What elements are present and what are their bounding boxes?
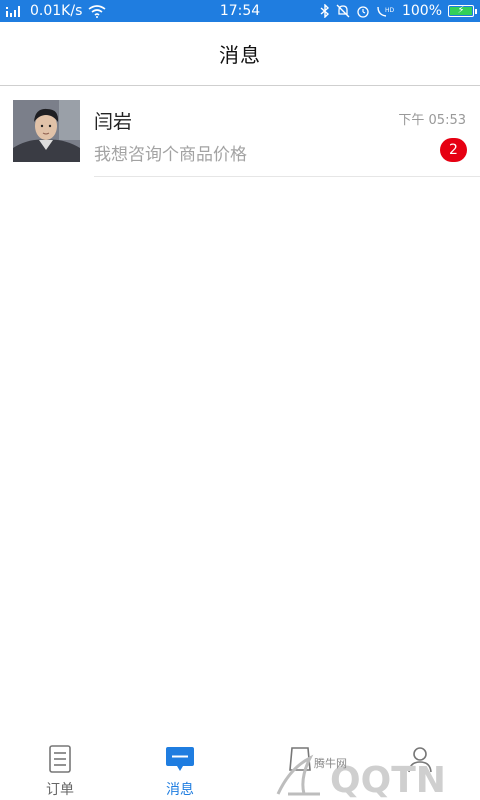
message-time: 下午 05:53 — [398, 113, 466, 128]
unread-badge: 2 — [440, 138, 467, 162]
message-preview: 我想咨询个商品价格 — [94, 145, 247, 165]
profile-icon — [404, 743, 436, 775]
status-time: 17:54 — [219, 3, 261, 19]
avatar[interactable] — [13, 100, 80, 162]
battery-icon: ⚡ — [448, 5, 477, 17]
bluetooth-icon — [320, 4, 330, 18]
network-speed: 0.01K/s — [30, 3, 83, 19]
svg-text:HD: HD — [385, 7, 395, 14]
page-title: 消息 — [219, 43, 261, 67]
conversation-list: 闫岩 下午 05:53 我想咨询个商品价格 2 — [0, 87, 480, 177]
tab-messages-label: 消息 — [166, 782, 194, 798]
goods-icon — [284, 743, 316, 775]
message-bubble-icon — [164, 743, 196, 775]
divider — [94, 176, 480, 177]
bottom-tab-bar: 订单 消息 — [0, 735, 480, 800]
hd-call-icon: HD — [376, 4, 396, 18]
tab-profile[interactable] — [360, 735, 480, 800]
alarm-icon — [356, 4, 370, 18]
contact-name: 闫岩 — [94, 111, 133, 133]
signal-icon — [6, 5, 24, 17]
watermark-site-text: 腾牛网 — [314, 757, 347, 770]
battery-percent: 100% — [401, 3, 442, 19]
wifi-icon — [88, 4, 106, 18]
tab-messages[interactable]: 消息 — [120, 735, 240, 800]
mute-bell-icon — [336, 4, 350, 18]
tab-orders-label: 订单 — [46, 782, 74, 798]
status-bar: 0.01K/s 17:54 HD 100% ⚡ — [0, 0, 480, 22]
tab-orders[interactable]: 订单 — [0, 735, 120, 800]
conversation-item[interactable]: 闫岩 下午 05:53 我想咨询个商品价格 2 — [0, 87, 480, 177]
order-list-icon — [44, 743, 76, 775]
page-header: 消息 — [0, 22, 480, 86]
